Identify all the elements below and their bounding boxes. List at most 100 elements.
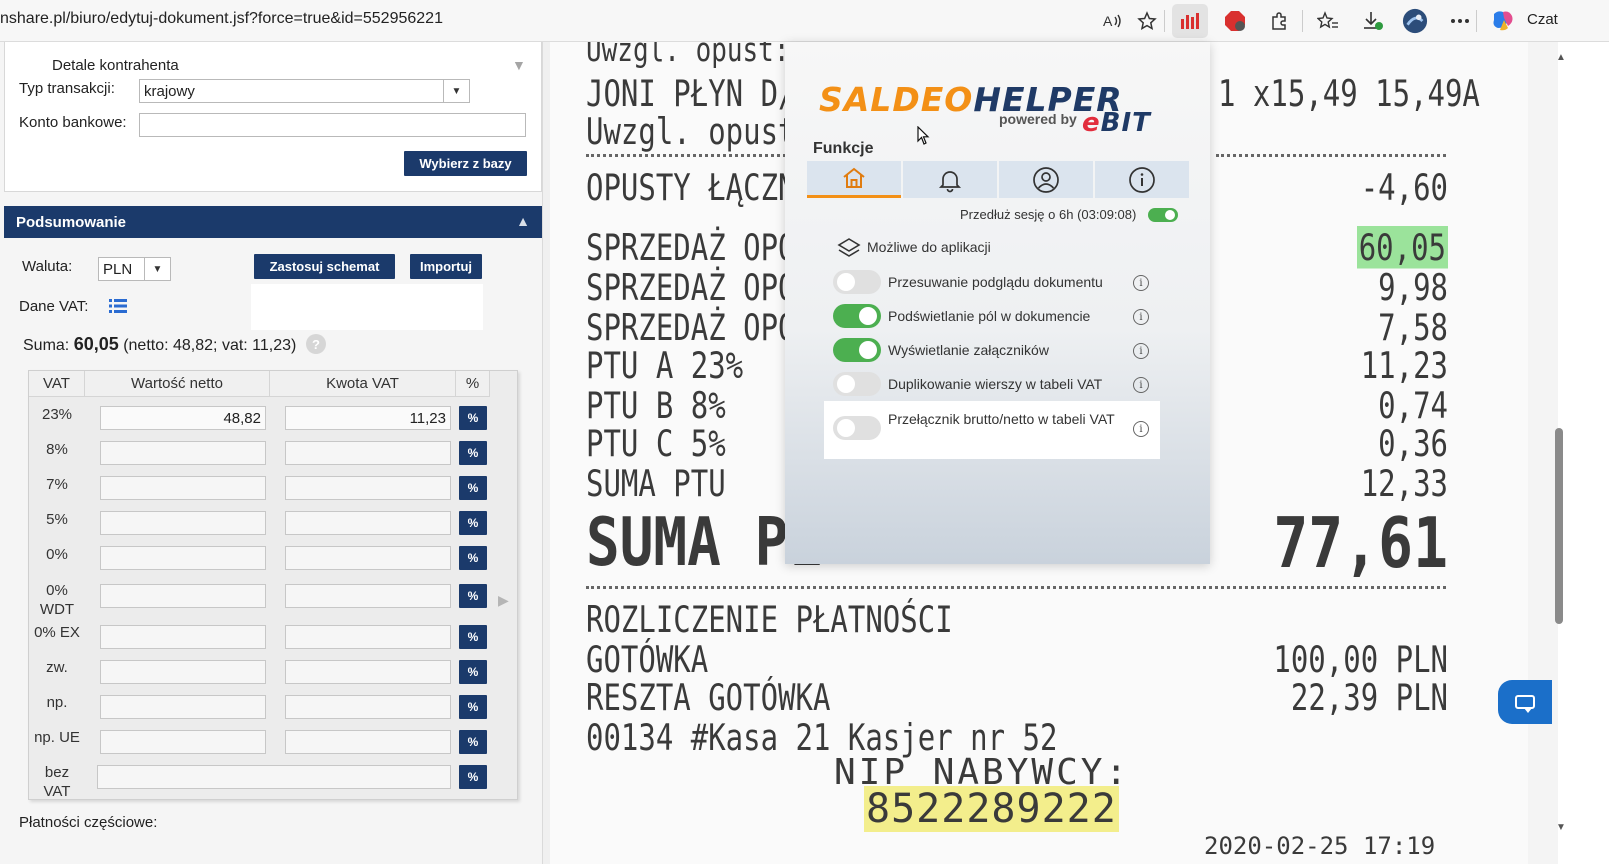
info-icon[interactable]: i xyxy=(1133,377,1149,393)
favorites-icon[interactable] xyxy=(1315,8,1341,34)
vat-rate-23: 23% xyxy=(41,406,73,423)
vat-rate-7: 7% xyxy=(46,476,68,493)
chat-label[interactable]: Czat xyxy=(1527,11,1558,28)
currency-select[interactable]: PLN ▼ xyxy=(98,257,171,281)
extensions-puzzle-icon[interactable] xyxy=(1266,8,1292,34)
vat-input-7[interactable] xyxy=(285,476,451,500)
tab-notifications[interactable] xyxy=(903,161,997,198)
netto-input-23[interactable]: 48,82 xyxy=(100,406,266,430)
pct-button-7[interactable]: % xyxy=(459,476,487,500)
receipt-highlight-total-net[interactable]: 60,05 xyxy=(1356,226,1448,269)
downloads-icon[interactable] xyxy=(1360,8,1386,34)
vat-input-zw[interactable] xyxy=(285,660,451,684)
info-icon[interactable]: i xyxy=(1133,309,1149,325)
favorite-star-icon[interactable] xyxy=(1134,8,1160,34)
extension-active-icon[interactable] xyxy=(1172,4,1208,38)
transaction-type-label: Typ transakcji: xyxy=(19,80,115,97)
netto-input-bez-vat[interactable] xyxy=(97,765,451,789)
netto-input-0-ex[interactable] xyxy=(100,625,266,649)
vat-input-8[interactable] xyxy=(285,441,451,465)
netto-input-np-ue[interactable] xyxy=(100,730,266,754)
toggle-move-preview[interactable] xyxy=(833,270,881,294)
scroll-down-icon[interactable]: ▼ xyxy=(1556,822,1566,833)
pct-button-23[interactable]: % xyxy=(459,406,487,430)
toggle-show-attachments[interactable] xyxy=(833,338,881,362)
pct-button-0-ex[interactable]: % xyxy=(459,625,487,649)
receipt-dotted-separator xyxy=(586,586,1446,589)
select-from-db-button[interactable]: Wybierz z bazy xyxy=(404,151,527,176)
collapse-down-icon[interactable]: ▼ xyxy=(512,57,526,73)
vat-table: VAT Wartość netto Kwota VAT % 23% 48,82 … xyxy=(28,370,518,800)
summary-section-header[interactable]: Podsumowanie ▲ xyxy=(4,206,542,238)
info-icon[interactable]: i xyxy=(1133,343,1149,359)
vat-input-0-wdt[interactable] xyxy=(285,584,451,608)
scrollbar-thumb[interactable] xyxy=(1555,428,1563,624)
receipt-line: OPUSTY ŁĄCZNI xyxy=(586,166,813,209)
netto-input-0[interactable] xyxy=(100,546,266,570)
pct-button-bez-vat[interactable]: % xyxy=(459,765,487,789)
pct-button-5[interactable]: % xyxy=(459,511,487,535)
vat-input-5[interactable] xyxy=(285,511,451,535)
vat-input-0-ex[interactable] xyxy=(285,625,451,649)
netto-input-8[interactable] xyxy=(100,441,266,465)
chevron-down-icon[interactable]: ▼ xyxy=(443,80,469,102)
receipt-line: 0,74 xyxy=(1378,384,1448,427)
netto-input-np[interactable] xyxy=(100,695,266,719)
netto-input-5[interactable] xyxy=(100,511,266,535)
netto-input-0-wdt[interactable] xyxy=(100,584,266,608)
transaction-type-select[interactable]: krajowy ▼ xyxy=(139,79,470,103)
helper-tabs xyxy=(807,161,1190,198)
netto-input-7[interactable] xyxy=(100,476,266,500)
pct-button-8[interactable]: % xyxy=(459,441,487,465)
vat-rate-0-ex: 0% EX xyxy=(34,624,80,641)
vertical-scrollbar[interactable]: ▲ ▼ xyxy=(1528,42,1566,864)
adblock-icon[interactable] xyxy=(1222,8,1248,34)
chat-button[interactable] xyxy=(1498,680,1552,724)
bank-account-input[interactable] xyxy=(139,113,526,137)
vat-input-np-ue[interactable] xyxy=(285,730,451,754)
info-icon[interactable]: i xyxy=(1133,421,1149,437)
bank-account-label: Konto bankowe: xyxy=(19,114,127,131)
pct-button-np-ue[interactable]: % xyxy=(459,730,487,754)
tab-info[interactable] xyxy=(1095,161,1189,198)
help-icon[interactable]: ? xyxy=(306,334,326,354)
toggle-highlight-fields[interactable] xyxy=(833,304,881,328)
list-icon[interactable] xyxy=(109,298,127,314)
netto-input-zw[interactable] xyxy=(100,660,266,684)
chevron-down-icon[interactable]: ▼ xyxy=(144,258,170,280)
collapse-up-icon[interactable]: ▲ xyxy=(516,213,530,229)
pct-button-np[interactable]: % xyxy=(459,695,487,719)
scroll-right-icon[interactable]: ▶ xyxy=(498,592,509,609)
extend-session-toggle[interactable] xyxy=(1148,208,1178,222)
toggle-duplicate-rows[interactable] xyxy=(833,372,881,396)
import-button[interactable]: Importuj xyxy=(410,254,482,279)
pct-button-0[interactable]: % xyxy=(459,546,487,570)
vat-rate-zw: zw. xyxy=(46,659,68,676)
user-icon xyxy=(1033,166,1059,193)
tab-account[interactable] xyxy=(999,161,1093,198)
profile-icon[interactable] xyxy=(1402,8,1428,34)
vat-input-np[interactable] xyxy=(285,695,451,719)
toggle-gross-net[interactable] xyxy=(833,416,881,440)
pct-button-0-wdt[interactable]: % xyxy=(459,584,487,608)
contractor-details-label[interactable]: Detale kontrahenta xyxy=(52,57,179,74)
partial-payments-label: Płatności częściowe: xyxy=(19,814,158,831)
svg-text:A: A xyxy=(1103,13,1113,29)
sum-details: (netto: 48,82; vat: 11,23) xyxy=(123,337,297,354)
pct-button-zw[interactable]: % xyxy=(459,660,487,684)
more-icon[interactable] xyxy=(1447,8,1473,34)
vat-input-0[interactable] xyxy=(285,546,451,570)
panel-divider[interactable] xyxy=(542,42,550,864)
info-icon[interactable]: i xyxy=(1133,275,1149,291)
copilot-icon[interactable] xyxy=(1490,8,1516,34)
scroll-up-icon[interactable]: ▲ xyxy=(1556,52,1566,63)
tab-home[interactable] xyxy=(807,161,901,198)
vat-input-23[interactable]: 11,23 xyxy=(285,406,451,430)
address-bar[interactable]: nshare.pl/biuro/edytuj-dokument.jsf?forc… xyxy=(0,10,443,28)
apply-scheme-button[interactable]: Zastosuj schemat xyxy=(254,254,395,279)
read-aloud-icon[interactable]: A xyxy=(1100,8,1126,34)
transaction-type-value: krajowy xyxy=(144,83,195,100)
receipt-highlight-nip[interactable]: 8522289222 xyxy=(864,786,1119,832)
saldeo-helper-popup: SALDEOHELPER powered by eBIT Funkcje Prz… xyxy=(785,42,1210,564)
receipt-line: 9,98 xyxy=(1378,266,1448,309)
